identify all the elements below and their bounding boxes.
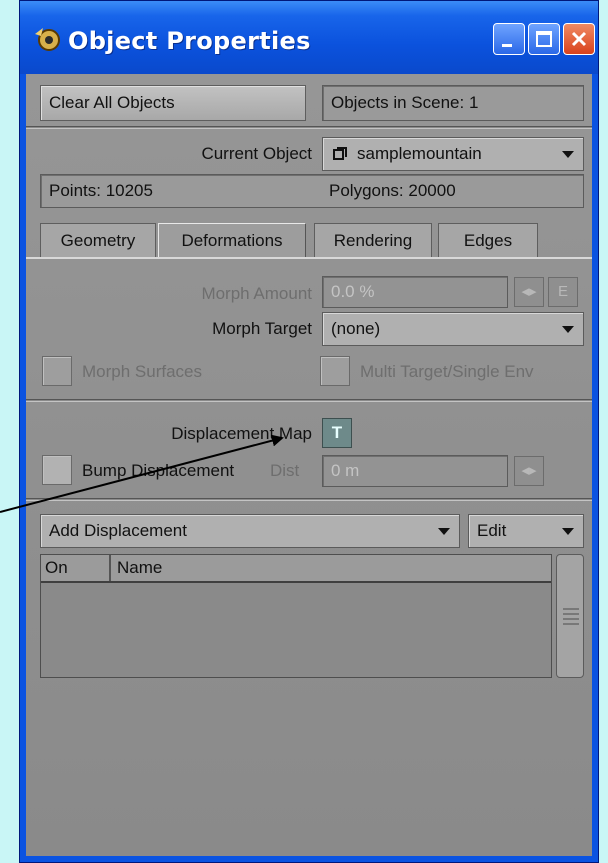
current-object-value: samplemountain <box>357 144 482 163</box>
displacement-texture-button[interactable]: T <box>322 418 352 448</box>
divider <box>26 126 592 129</box>
tab-label: Geometry <box>60 231 136 250</box>
dist-field[interactable]: 0 m <box>322 455 508 487</box>
scroll-grip-icon <box>563 608 579 625</box>
multi-target-checkbox[interactable] <box>320 356 350 386</box>
tab-label: Edges <box>463 231 513 250</box>
close-icon <box>571 31 587 47</box>
column-header-on[interactable]: On <box>45 558 68 578</box>
polygons-readout: Polygons: 20000 <box>329 181 456 200</box>
morph-target-dropdown[interactable]: (none) <box>322 312 584 346</box>
morph-amount-label: Morph Amount <box>201 284 312 303</box>
morph-target-value: (none) <box>331 319 381 338</box>
divider <box>26 498 592 501</box>
object-properties-window: Object Properties Clear All Objects Obje… <box>19 0 599 863</box>
minimize-button[interactable] <box>493 23 525 55</box>
left-right-arrows-icon: ◂▸ <box>521 283 537 300</box>
morph-surfaces-checkbox[interactable] <box>42 356 72 386</box>
morph-target-label: Morph Target <box>212 319 312 338</box>
chevron-down-icon <box>562 326 574 333</box>
displacement-map-label: Displacement Map <box>171 424 312 443</box>
tab-label: Deformations <box>181 231 283 250</box>
object-stats: Points: 10205 Polygons: 20000 <box>40 174 584 208</box>
morph-amount-field[interactable]: 0.0 % <box>322 276 508 308</box>
tab-underline <box>26 257 592 259</box>
add-displacement-label: Add Displacement <box>49 521 187 540</box>
list-scrollbar[interactable] <box>556 554 584 678</box>
morph-surfaces-label: Morph Surfaces <box>82 362 202 381</box>
divider <box>26 399 592 402</box>
chevron-down-icon <box>562 528 574 535</box>
add-displacement-dropdown[interactable]: Add Displacement <box>40 514 460 548</box>
close-button[interactable] <box>563 23 595 55</box>
chevron-down-icon <box>438 528 450 535</box>
envelope-button[interactable]: E <box>548 277 578 307</box>
object-cube-icon <box>333 147 347 160</box>
title-bar[interactable]: Object Properties <box>20 1 598 74</box>
morph-amount-slider-button[interactable]: ◂▸ <box>514 277 544 307</box>
current-object-label: Current Object <box>201 144 312 163</box>
tab-edges[interactable]: Edges <box>438 223 538 257</box>
panel-body: Clear All Objects Objects in Scene: 1 Cu… <box>26 74 592 856</box>
edit-dropdown[interactable]: Edit <box>468 514 584 548</box>
displacement-plugin-list[interactable]: On Name <box>40 554 552 678</box>
objects-in-scene-readout: Objects in Scene: 1 <box>322 85 584 121</box>
bump-displacement-label: Bump Displacement <box>82 461 235 480</box>
window-title: Object Properties <box>68 27 311 55</box>
tab-rendering[interactable]: Rendering <box>314 223 432 257</box>
multi-target-label: Multi Target/Single Env <box>360 362 534 381</box>
chevron-down-icon <box>562 151 574 158</box>
tab-label: Rendering <box>333 231 413 250</box>
clear-all-objects-button[interactable]: Clear All Objects <box>40 85 306 121</box>
tab-geometry[interactable]: Geometry <box>40 223 156 257</box>
dist-label: Dist <box>270 461 300 480</box>
minimize-icon <box>502 44 512 47</box>
bump-displacement-checkbox[interactable] <box>42 455 72 485</box>
points-readout: Points: 10205 <box>49 181 153 200</box>
left-right-arrows-icon: ◂▸ <box>521 462 537 479</box>
app-icon <box>35 28 60 51</box>
dist-slider-button[interactable]: ◂▸ <box>514 456 544 486</box>
column-divider <box>109 555 111 581</box>
current-object-dropdown[interactable]: samplemountain <box>322 137 584 171</box>
tab-deformations[interactable]: Deformations <box>158 223 306 257</box>
list-header: On Name <box>41 555 551 583</box>
maximize-icon <box>536 31 552 47</box>
column-header-name[interactable]: Name <box>117 558 162 578</box>
maximize-button[interactable] <box>528 23 560 55</box>
edit-label: Edit <box>477 521 507 540</box>
